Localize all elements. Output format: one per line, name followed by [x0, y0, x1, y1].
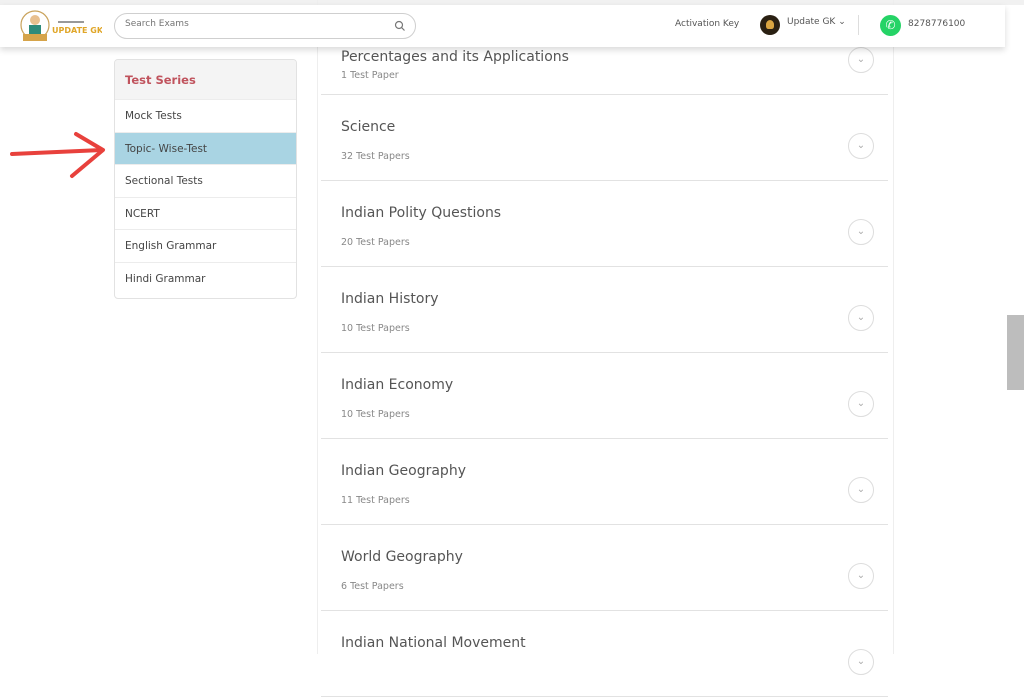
chevron-down-icon[interactable]: ⌄: [848, 133, 874, 159]
sidebar-title: Test Series: [115, 60, 296, 99]
logo[interactable]: UPDATE GK: [18, 9, 102, 45]
divider: [858, 15, 859, 35]
topic-title: Percentages and its Applications: [341, 49, 569, 65]
topic-row[interactable]: Indian Economy 10 Test Papers ⌄: [321, 353, 888, 439]
activation-key-link[interactable]: Activation Key: [675, 19, 739, 29]
topic-row[interactable]: Indian Polity Questions 20 Test Papers ⌄: [321, 181, 888, 267]
chevron-down-icon[interactable]: ⌄: [848, 649, 874, 675]
sidebar-item-sectional-tests[interactable]: Sectional Tests: [115, 164, 296, 197]
logo-text: UPDATE GK: [52, 26, 102, 35]
topic-count: 32 Test Papers: [341, 151, 410, 162]
topic-row[interactable]: World Geography 6 Test Papers ⌄: [321, 525, 888, 611]
topic-row[interactable]: Indian Geography 11 Test Papers ⌄: [321, 439, 888, 525]
sidebar-item-topic-wise-test[interactable]: Topic- Wise-Test: [115, 131, 296, 164]
topic-row[interactable]: Indian National Movement ⌄: [321, 611, 888, 697]
chevron-down-icon[interactable]: ⌄: [848, 563, 874, 589]
topic-count: 11 Test Papers: [341, 495, 410, 506]
sidebar-item-english-grammar[interactable]: English Grammar: [115, 229, 296, 262]
topic-title: Indian History: [341, 291, 439, 307]
topic-row[interactable]: Science 32 Test Papers ⌄: [321, 95, 888, 181]
chevron-down-icon[interactable]: ⌄: [848, 391, 874, 417]
search-input[interactable]: [125, 19, 385, 29]
topic-title: Indian National Movement: [341, 635, 526, 651]
avatar[interactable]: [760, 15, 780, 35]
topic-row[interactable]: Indian History 10 Test Papers ⌄: [321, 267, 888, 353]
topic-count: 10 Test Papers: [341, 409, 410, 420]
whatsapp-icon[interactable]: ✆: [880, 15, 901, 36]
topic-title: Indian Geography: [341, 463, 466, 479]
header: UPDATE GK Activation Key Update GK ⌄ ✆ 8…: [0, 5, 1005, 47]
chevron-down-icon[interactable]: ⌄: [848, 305, 874, 331]
topic-list: Percentages and its Applications 1 Test P…: [317, 0, 894, 697]
topic-title: World Geography: [341, 549, 463, 565]
topic-count: 10 Test Papers: [341, 323, 410, 334]
topic-title: Science: [341, 119, 396, 135]
sidebar-item-mock-tests[interactable]: Mock Tests: [115, 99, 296, 132]
topic-count: 1 Test Paper: [341, 70, 399, 81]
sidebar-item-hindi-grammar[interactable]: Hindi Grammar: [115, 261, 296, 295]
chevron-down-icon[interactable]: ⌄: [848, 477, 874, 503]
chevron-down-icon[interactable]: ⌄: [848, 47, 874, 73]
annotation-arrow-icon: [10, 132, 105, 178]
phone-number[interactable]: 8278776100: [908, 19, 965, 29]
topic-title: Indian Polity Questions: [341, 205, 502, 221]
topic-title: Indian Economy: [341, 377, 454, 393]
sidebar-item-ncert[interactable]: NCERT: [115, 196, 296, 230]
topic-count: 20 Test Papers: [341, 237, 410, 248]
sidebar: Test Series Mock Tests Topic- Wise-Test …: [114, 59, 297, 299]
search-bar[interactable]: [114, 13, 416, 39]
chevron-down-icon[interactable]: ⌄: [848, 219, 874, 245]
topic-count: 6 Test Papers: [341, 581, 404, 592]
user-menu[interactable]: Update GK ⌄: [787, 17, 846, 27]
search-icon[interactable]: [394, 20, 406, 32]
scrollbar-thumb[interactable]: [1007, 315, 1024, 390]
